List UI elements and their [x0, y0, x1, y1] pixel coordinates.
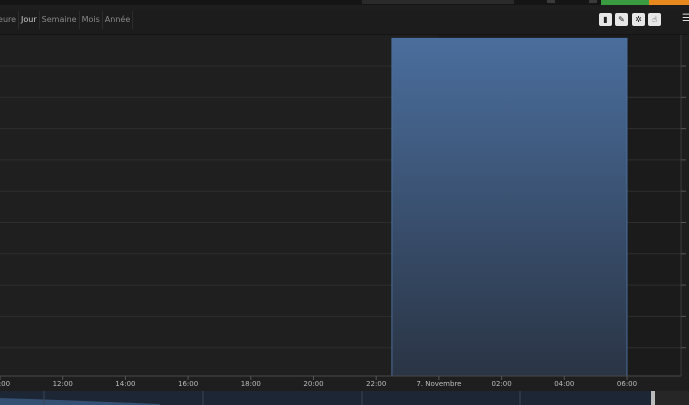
x-tick-label: 7. Novembre: [416, 380, 461, 388]
series-area-0[interactable]: [391, 38, 627, 377]
right-axis-ticks: [681, 65, 686, 349]
chart-marks: [391, 37, 628, 377]
x-tick-label: 06:00: [617, 380, 637, 388]
x-tick-label: 12:00: [53, 380, 73, 388]
x-tick-label: 04:00: [554, 380, 574, 388]
x-tick-label: 10:00: [0, 380, 10, 388]
chart-area: 10:00 12:00 14:00 16:00 18:00 20:00 22:00 7. No…: [0, 35, 689, 405]
navigator-handle[interactable]: [651, 391, 655, 405]
x-axis-ticks: 10:00 12:00 14:00 16:00 18:00 20:00 22:00 7. No…: [0, 376, 637, 388]
x-tick-label: 14:00: [115, 380, 135, 388]
x-tick-label: 20:00: [303, 380, 323, 388]
navigator[interactable]: [0, 391, 689, 405]
plot-band: [0, 35, 437, 376]
x-tick-label: 16:00: [178, 380, 198, 388]
navigator-outside: [655, 391, 689, 405]
x-tick-label: 22:00: [366, 380, 386, 388]
x-tick-label: 18:00: [241, 380, 261, 388]
x-tick-label: 02:00: [492, 380, 512, 388]
